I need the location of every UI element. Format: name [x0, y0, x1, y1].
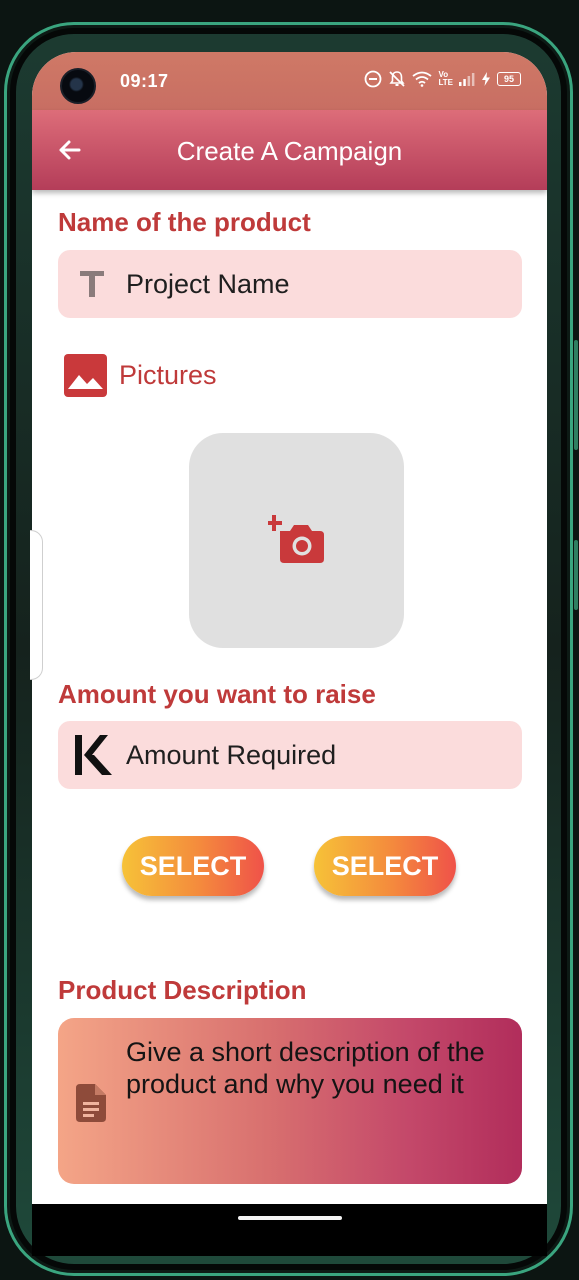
description-label: Product Description [58, 975, 307, 1005]
wifi-icon [412, 71, 433, 87]
add-a-photo-icon [267, 514, 324, 563]
app-bar: Create A Campaign [32, 110, 547, 190]
add-photo-button[interactable] [189, 433, 404, 648]
volte-bottom-text: LTE [438, 78, 453, 87]
document-icon [76, 1084, 106, 1127]
amount-field[interactable]: Amount Required [58, 721, 522, 789]
battery-indicator: 95 [497, 72, 521, 86]
product-name-label: Name of the product [58, 207, 311, 237]
mute-bell-icon [389, 71, 406, 87]
product-name-placeholder: Project Name [126, 268, 290, 299]
select-button-1[interactable]: SELECT [122, 836, 264, 896]
volume-button [574, 340, 578, 450]
description-placeholder: Give a short description of the product … [126, 1037, 485, 1099]
charging-bolt-icon [482, 72, 490, 86]
home-indicator[interactable] [238, 1216, 342, 1220]
text-fields-icon [58, 270, 126, 298]
front-camera [60, 68, 96, 104]
select-button-2[interactable]: SELECT [314, 836, 456, 896]
image-icon [64, 354, 107, 397]
amount-placeholder: Amount Required [126, 739, 337, 770]
pictures-label: Pictures [119, 360, 217, 390]
status-icons: Vo LTE 95 [364, 70, 521, 88]
do-not-disturb-icon [365, 70, 382, 88]
description-field[interactable]: Give a short description of the product … [58, 1018, 522, 1184]
product-name-field[interactable]: Project Name [58, 250, 522, 318]
app-screen: 09:17 Vo LTE 95 Create A Campaign Name o… [32, 52, 547, 1212]
cell-signal-icon [459, 73, 475, 86]
edge-panel-handle[interactable] [30, 530, 43, 680]
pictures-row: Pictures [64, 354, 217, 397]
status-bar: 09:17 Vo LTE 95 [32, 52, 547, 110]
amount-label: Amount you want to raise [58, 679, 376, 709]
volte-indicator: Vo LTE [438, 71, 453, 87]
status-time: 09:17 [120, 71, 169, 91]
page-title: Create A Campaign [176, 136, 403, 166]
navigation-bar [32, 1204, 547, 1256]
power-button [574, 540, 578, 610]
kwacha-currency-icon [58, 733, 126, 777]
